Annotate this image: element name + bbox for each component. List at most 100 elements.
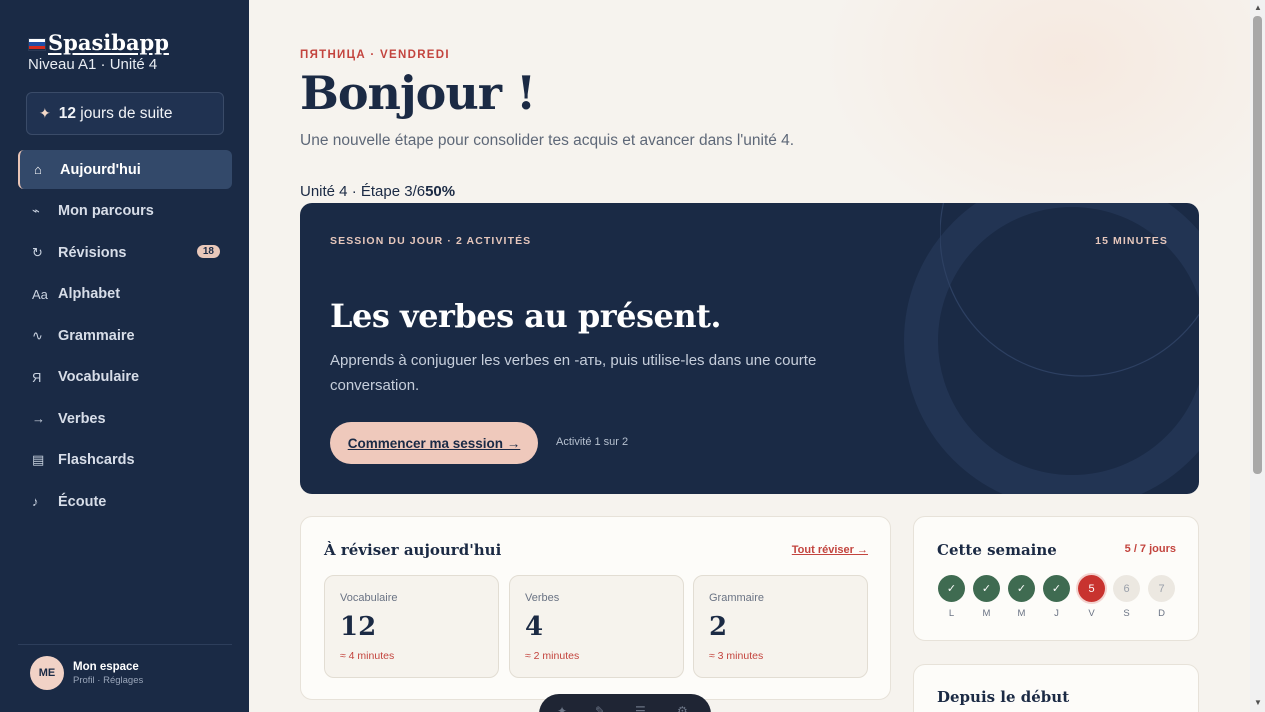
start-session-button[interactable]: Commencer ma session → xyxy=(330,422,538,464)
day-letter: M xyxy=(1017,608,1026,619)
tile-time: ≈ 2 minutes xyxy=(525,650,580,662)
scrollbar[interactable]: ▲ ▼ xyxy=(1250,0,1265,712)
week-title: Cette semaine xyxy=(937,541,1057,559)
sidebar-nav: ⌂ Aujourd'hui ⌁ Mon parcours ↻ Révisions… xyxy=(18,150,232,524)
toolbar-icon[interactable]: ✎ xyxy=(595,704,605,712)
brand[interactable]: Spasibapp xyxy=(28,30,169,55)
since-title: Depuis le début xyxy=(937,688,1070,706)
refresh-icon: ↻ xyxy=(32,244,43,260)
sidebar-item-label: Vocabulaire xyxy=(58,369,140,385)
sidebar-item-label: Alphabet xyxy=(58,286,121,302)
review-tile-grammar[interactable]: Grammaire 2 ≈ 3 minutes xyxy=(693,575,868,678)
session-card: SESSION DU JOUR · 2 ACTIVITÉS 15 MINUTES… xyxy=(300,203,1199,494)
tile-label: Verbes xyxy=(525,592,560,604)
progress-percent: 50% xyxy=(425,183,456,200)
day-item: 6S xyxy=(1113,575,1140,619)
grammar-icon: ∿ xyxy=(32,327,43,343)
sidebar-item-path[interactable]: ⌁ Mon parcours xyxy=(18,192,232,231)
sparkle-icon: ✦ xyxy=(39,105,51,121)
decorative-arc xyxy=(940,203,1199,377)
day-letter: J xyxy=(1054,608,1059,619)
week-days: ✓ L ✓ M ✓ M ✓ J 5V 6S 7D xyxy=(938,575,1175,619)
day-letter: D xyxy=(1158,608,1165,619)
sidebar-item-revisions[interactable]: ↻ Révisions 18 xyxy=(18,233,232,272)
check-icon: ✓ xyxy=(1008,575,1035,602)
day-number: 6 xyxy=(1113,575,1140,602)
sidebar-item-label: Verbes xyxy=(58,410,106,427)
sidebar-item-label: Révisions xyxy=(58,244,127,261)
day-eyebrow: ПЯТНИЦА · VENDREDI xyxy=(300,49,450,61)
tile-time: ≈ 3 minutes xyxy=(709,650,764,662)
avatar: ME xyxy=(30,656,64,690)
cards-icon: ▤ xyxy=(32,452,45,467)
sidebar-item-label: Écoute xyxy=(58,493,107,510)
sidebar-item-label: Mon parcours xyxy=(58,203,154,219)
session-title: Les verbes au présent. xyxy=(330,297,722,335)
sidebar-item-listening[interactable]: ♪ Écoute xyxy=(18,482,232,521)
sidebar-item-grammar[interactable]: ∿ Grammaire xyxy=(18,316,232,355)
unit-progress: Unité 4 · Étape 3/650% xyxy=(300,183,455,200)
check-icon: ✓ xyxy=(973,575,1000,602)
day-item: ✓ L xyxy=(938,575,965,619)
day-letter: S xyxy=(1123,608,1130,619)
sidebar: Spasibapp Niveau A1 · Unité 4 ✦ 12 jours… xyxy=(0,0,249,712)
today-marker: 5 xyxy=(1078,575,1105,602)
tile-label: Vocabulaire xyxy=(340,592,398,604)
session-description: Apprends à conjuguer les verbes en -ать,… xyxy=(330,352,817,394)
brand-name[interactable]: Spasibapp xyxy=(48,30,169,55)
scrollbar-thumb[interactable] xyxy=(1253,16,1262,474)
scroll-up-icon[interactable]: ▲ xyxy=(1254,3,1262,12)
day-item: ✓ M xyxy=(1008,575,1035,619)
tile-time: ≈ 4 minutes xyxy=(340,650,395,662)
sidebar-divider xyxy=(18,644,232,645)
gear-icon[interactable]: ⚙ xyxy=(677,704,688,712)
page-title: Bonjour ! xyxy=(300,66,536,120)
session-label: SESSION DU JOUR · 2 ACTIVITÉS xyxy=(330,235,532,247)
check-icon: ✓ xyxy=(1043,575,1070,602)
scroll-down-icon[interactable]: ▼ xyxy=(1254,698,1262,707)
profile-link[interactable]: ME Mon espace Profil · Réglages xyxy=(30,656,143,690)
sidebar-item-alphabet[interactable]: Aa Alphabet xyxy=(18,275,232,314)
toolbar-icon[interactable]: ✦ xyxy=(557,704,567,712)
sidebar-item-flashcards[interactable]: ▤ Flashcards xyxy=(18,441,232,480)
review-card: À réviser aujourd'hui Tout réviser → Voc… xyxy=(300,516,891,700)
level-label: Niveau A1 · Unité 4 xyxy=(28,56,158,73)
day-number: 7 xyxy=(1148,575,1175,602)
sidebar-item-verbs[interactable]: → Verbes xyxy=(18,399,232,438)
day-item: ✓ J xyxy=(1043,575,1070,619)
tile-label: Grammaire xyxy=(709,592,765,604)
tile-count: 2 xyxy=(709,612,728,642)
alphabet-icon: Aa xyxy=(32,286,48,302)
streak-badge: ✦ 12 jours de suite xyxy=(26,92,224,135)
russian-flag-icon xyxy=(28,37,46,51)
music-note-icon: ♪ xyxy=(32,494,39,509)
path-icon: ⌁ xyxy=(32,203,40,218)
streak-count: 12 xyxy=(58,104,76,122)
day-item: 7D xyxy=(1148,575,1175,619)
menu-icon[interactable]: ☰ xyxy=(635,704,646,712)
tile-count: 12 xyxy=(340,612,377,642)
day-letter: V xyxy=(1088,608,1095,619)
sidebar-item-label: Grammaire xyxy=(58,327,135,344)
floating-toolbar[interactable]: ✦ ✎ ☰ ⚙ xyxy=(539,694,711,712)
cyrillic-letter-icon: Я xyxy=(32,369,42,385)
day-item: 5V xyxy=(1078,575,1105,619)
day-item: ✓ M xyxy=(973,575,1000,619)
profile-name: Mon espace xyxy=(73,660,139,673)
sidebar-item-vocabulary[interactable]: Я Vocabulaire xyxy=(18,358,232,397)
check-icon: ✓ xyxy=(938,575,965,602)
review-tile-vocabulary[interactable]: Vocabulaire 12 ≈ 4 minutes xyxy=(324,575,499,678)
activity-progress: Activité 1 sur 2 xyxy=(556,436,629,448)
progress-text: Unité 4 · Étape 3/6 xyxy=(300,183,426,200)
page-subtitle: Une nouvelle étape pour consolider tes a… xyxy=(300,132,795,149)
arrow-right-icon: → xyxy=(32,411,45,426)
session-duration: 15 MINUTES xyxy=(1095,235,1168,247)
sidebar-item-today[interactable]: ⌂ Aujourd'hui xyxy=(18,150,232,189)
profile-subtitle: Profil · Réglages xyxy=(73,674,144,686)
week-count: 5 / 7 jours xyxy=(1124,543,1176,555)
review-all-link[interactable]: Tout réviser → xyxy=(792,544,868,556)
home-icon: ⌂ xyxy=(34,162,42,177)
review-tile-verbs[interactable]: Verbes 4 ≈ 2 minutes xyxy=(509,575,684,678)
revisions-count-badge: 18 xyxy=(196,245,220,258)
streak-label: jours de suite xyxy=(80,104,173,122)
